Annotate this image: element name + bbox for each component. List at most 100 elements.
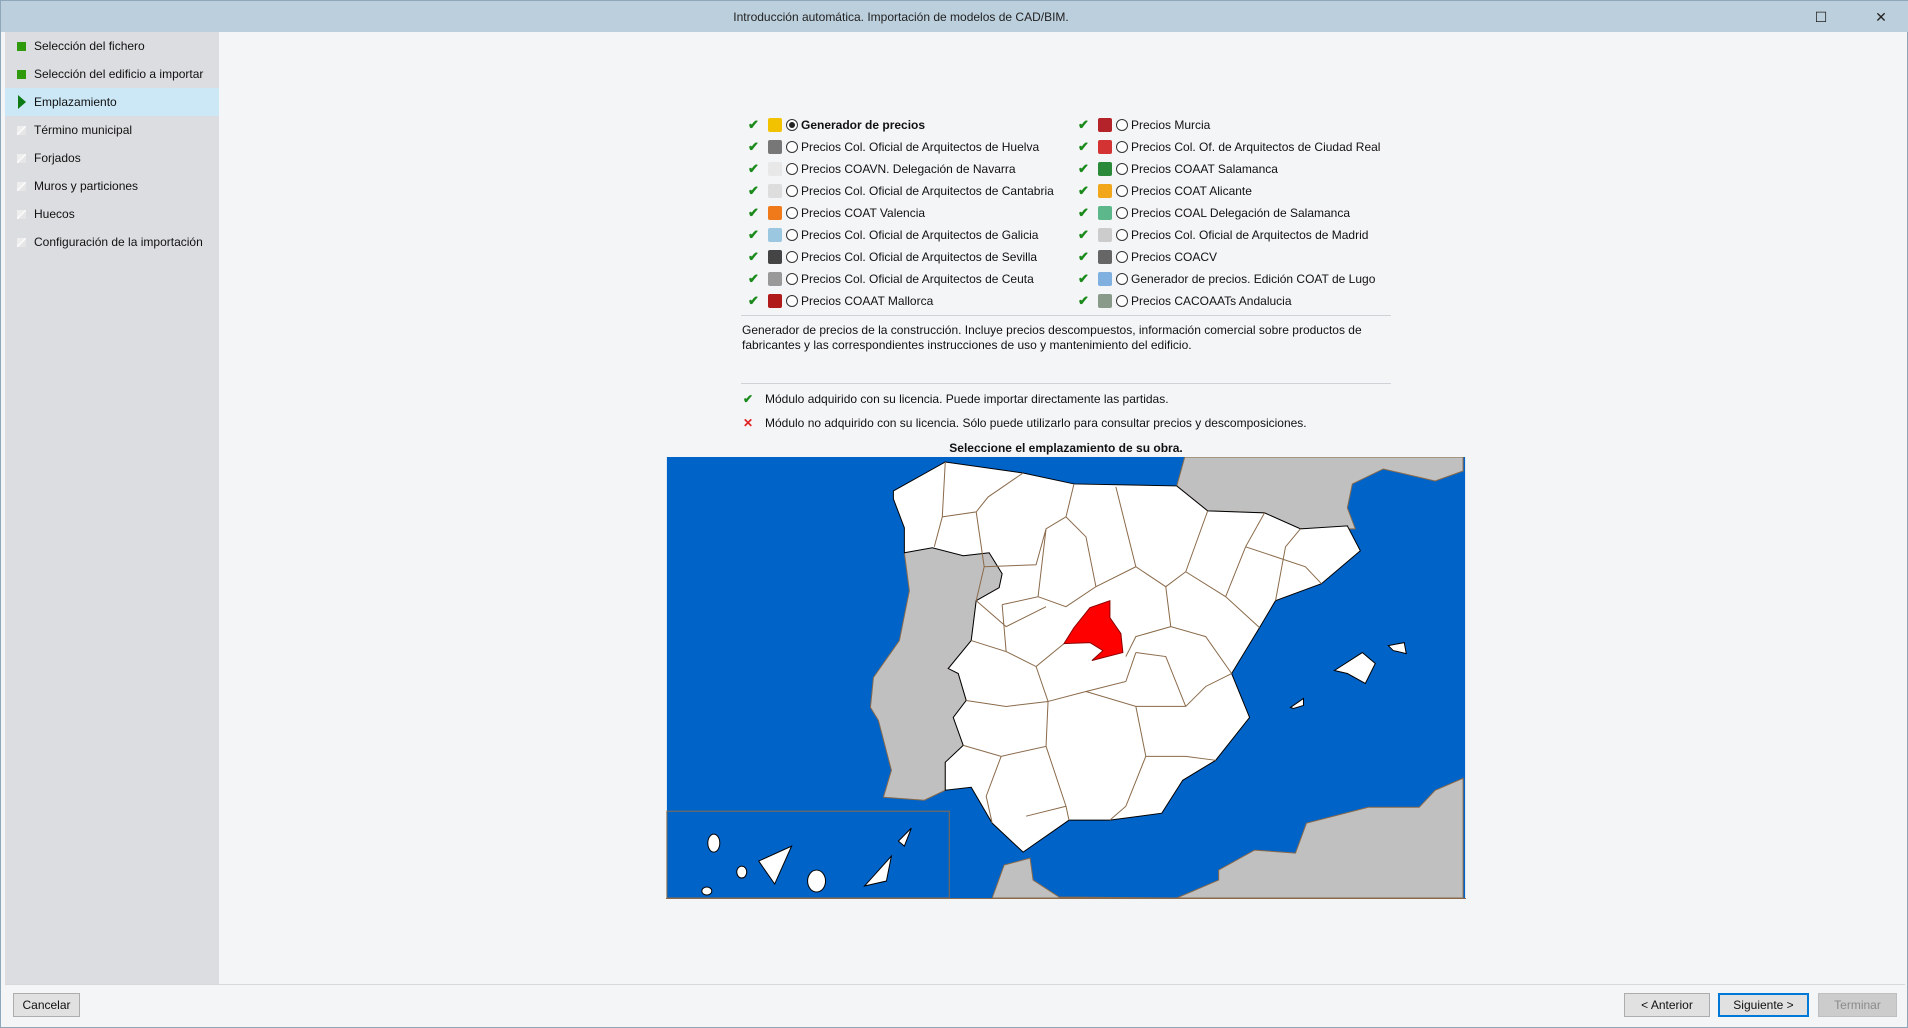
sidebar-step-5[interactable]: Forjados <box>5 144 219 172</box>
option-radio[interactable] <box>786 207 798 219</box>
check-icon: ✔ <box>1078 205 1089 220</box>
sidebar-step-label: Huecos <box>34 207 75 221</box>
database-logo-icon <box>768 250 782 264</box>
option-radio[interactable] <box>786 295 798 307</box>
option-label: Precios COAAT Mallorca <box>801 294 934 308</box>
database-logo-icon <box>1098 118 1112 132</box>
option-label: Precios COAL Delegación de Salamanca <box>1131 206 1351 220</box>
option-radio[interactable] <box>1116 229 1128 241</box>
spain-location-map[interactable] <box>666 457 1466 899</box>
check-icon: ✔ <box>1078 161 1089 176</box>
sidebar-step-1[interactable]: Selección del fichero <box>5 32 219 60</box>
check-icon: ✔ <box>748 205 759 220</box>
option-label: Precios Murcia <box>1131 118 1211 132</box>
database-logo-icon <box>1098 140 1112 154</box>
option-radio[interactable] <box>1116 295 1128 307</box>
pending-step-icon <box>17 126 26 135</box>
option-label: Precios Col. Oficial de Arquitectos de G… <box>801 228 1039 242</box>
database-logo-icon <box>768 162 782 176</box>
option-radio[interactable] <box>1116 163 1128 175</box>
database-logo-icon <box>1098 162 1112 176</box>
sidebar-step-4[interactable]: Término municipal <box>5 116 219 144</box>
database-logo-icon <box>1098 184 1112 198</box>
database-logo-icon <box>768 140 782 154</box>
check-icon: ✔ <box>748 271 759 286</box>
database-logo-icon <box>768 272 782 286</box>
sidebar-step-label: Emplazamiento <box>34 95 117 109</box>
sidebar-step-label: Selección del edificio a importar <box>34 67 204 81</box>
database-logo-icon <box>1098 206 1112 220</box>
database-logo-icon <box>768 118 782 132</box>
window-title: Introducción automática. Importación de … <box>733 10 1069 24</box>
sidebar-step-label: Término municipal <box>34 123 133 137</box>
database-logo-icon <box>1098 250 1112 264</box>
option-label: Precios COAVN. Delegación de Navarra <box>801 162 1016 176</box>
sidebar-step-6[interactable]: Muros y particiones <box>5 172 219 200</box>
pending-step-icon <box>17 182 26 191</box>
check-icon: ✔ <box>748 227 759 242</box>
sidebar-step-label: Muros y particiones <box>34 179 139 193</box>
option-label: Precios Col. Oficial de Arquitectos de C… <box>801 272 1034 286</box>
option-label: Precios COAT Valencia <box>801 206 926 220</box>
option-radio[interactable] <box>1116 207 1128 219</box>
option-radio[interactable] <box>1116 119 1128 131</box>
maximize-button[interactable]: ☐ <box>1803 5 1839 29</box>
footer-divider <box>5 984 1905 985</box>
option-radio[interactable] <box>786 119 798 131</box>
previous-button[interactable]: < Anterior <box>1624 993 1710 1017</box>
check-icon: ✔ <box>748 161 759 176</box>
option-radio[interactable] <box>1116 273 1128 285</box>
sidebar-step-3[interactable]: Emplazamiento <box>5 88 219 116</box>
current-step-arrow-icon <box>18 95 26 109</box>
sidebar-step-8[interactable]: Configuración de la importación <box>5 228 219 256</box>
option-label: Precios Col. Of. de Arquitectos de Ciuda… <box>1131 140 1381 154</box>
option-radio[interactable] <box>786 229 798 241</box>
database-logo-icon <box>768 228 782 242</box>
next-button[interactable]: Siguiente > <box>1718 993 1809 1017</box>
option-radio[interactable] <box>786 251 798 263</box>
option-label: Generador de precios. Edición COAT de Lu… <box>1131 272 1376 286</box>
option-label: Precios COAT Alicante <box>1131 184 1252 198</box>
option-radio[interactable] <box>1116 185 1128 197</box>
check-icon: ✔ <box>748 293 759 308</box>
check-icon: ✔ <box>748 183 759 198</box>
option-label: Precios Col. Oficial de Arquitectos de S… <box>801 250 1038 264</box>
option-radio[interactable] <box>786 163 798 175</box>
check-icon: ✔ <box>743 392 754 406</box>
option-label: Precios Col. Oficial de Arquitectos de C… <box>801 184 1054 198</box>
sidebar-step-7[interactable]: Huecos <box>5 200 219 228</box>
option-radio[interactable] <box>1116 141 1128 153</box>
option-description: Generador de precios de la construcción.… <box>742 323 1362 352</box>
legend-not-acquired: ✕ Módulo no adquirido con su licencia. Só… <box>743 413 1307 433</box>
option-label: Precios Col. Oficial de Arquitectos de H… <box>801 140 1040 154</box>
database-logo-icon <box>1098 294 1112 308</box>
check-icon: ✔ <box>748 139 759 154</box>
close-button[interactable]: ✕ <box>1863 5 1899 29</box>
legend-not-acquired-text: Módulo no adquirido con su licencia. Sól… <box>765 416 1307 430</box>
check-icon: ✔ <box>1078 183 1089 198</box>
pending-step-icon <box>17 238 26 247</box>
option-label: Generador de precios <box>801 118 926 132</box>
finish-button: Terminar <box>1818 993 1897 1017</box>
option-radio[interactable] <box>786 141 798 153</box>
check-icon: ✔ <box>1078 249 1089 264</box>
pending-step-icon <box>17 210 26 219</box>
database-logo-icon <box>768 294 782 308</box>
check-icon: ✔ <box>748 249 759 264</box>
check-icon: ✔ <box>1078 117 1089 132</box>
check-icon: ✔ <box>1078 227 1089 242</box>
option-radio[interactable] <box>786 185 798 197</box>
pending-step-icon <box>17 154 26 163</box>
cancel-button[interactable]: Cancelar <box>13 993 80 1017</box>
completed-step-icon <box>17 70 26 79</box>
database-logo-icon <box>1098 272 1112 286</box>
option-radio[interactable] <box>1116 251 1128 263</box>
divider <box>741 315 1391 316</box>
sidebar-step-label: Configuración de la importación <box>34 235 203 249</box>
option-radio[interactable] <box>786 273 798 285</box>
check-icon: ✔ <box>1078 293 1089 308</box>
sidebar-step-2[interactable]: Selección del edificio a importar <box>5 60 219 88</box>
option-label: Precios COAAT Salamanca <box>1131 162 1278 176</box>
completed-step-icon <box>17 42 26 51</box>
database-logo-icon <box>1098 228 1112 242</box>
